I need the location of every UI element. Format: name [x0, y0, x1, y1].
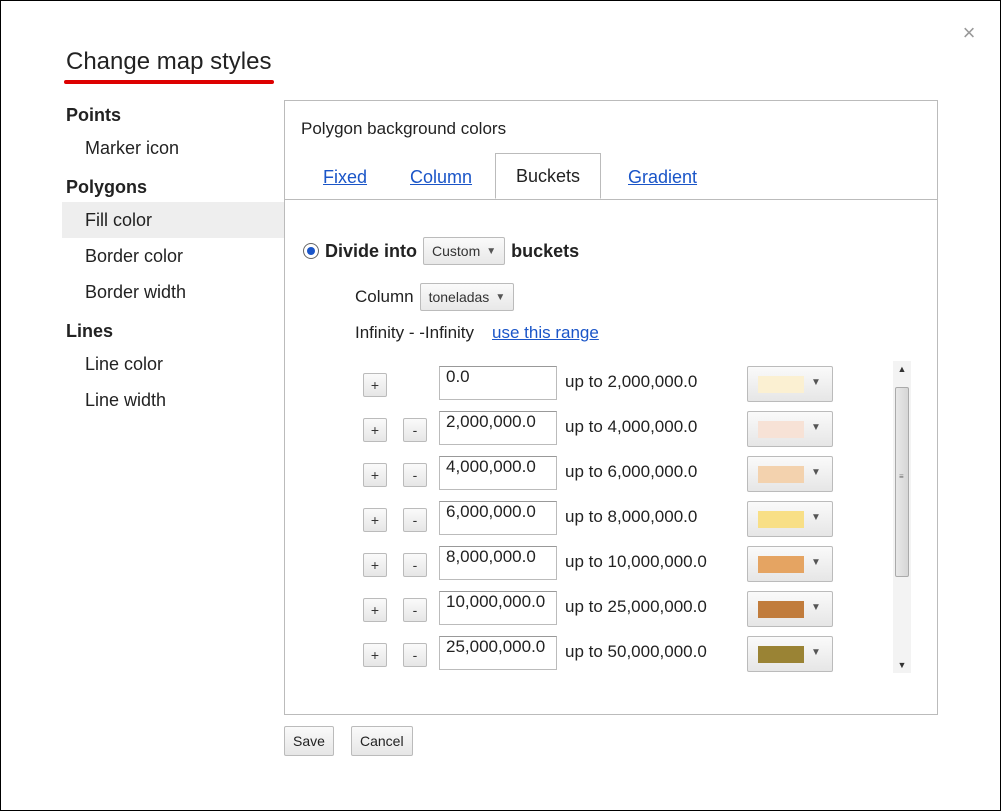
color-swatch [758, 556, 804, 573]
remove-bucket-button[interactable]: - [403, 643, 427, 667]
scroll-up-icon[interactable]: ▲ [893, 361, 911, 377]
remove-bucket-button[interactable]: - [403, 598, 427, 622]
bucket-from-input[interactable]: 4,000,000.0 [439, 456, 557, 490]
add-bucket-button[interactable]: + [363, 373, 387, 397]
radio-dot [307, 247, 315, 255]
add-bucket-button[interactable]: + [363, 598, 387, 622]
sidebar-item-border-color[interactable]: Border color [62, 238, 284, 274]
bucket-upto-label: up to 25,000,000.0 [565, 597, 707, 616]
chevron-down-icon: ▼ [811, 467, 821, 478]
bucket-color-picker[interactable]: ▼ [747, 456, 833, 492]
bucket-row: + -4,000,000.0 up to 6,000,000.0 ▼ [363, 455, 893, 492]
bucket-color-picker[interactable]: ▼ [747, 591, 833, 627]
range-row: Infinity - -Infinity use this range [355, 321, 599, 345]
save-button[interactable]: Save [284, 726, 334, 756]
add-bucket-button[interactable]: + [363, 418, 387, 442]
tab-gradient[interactable]: Gradient [628, 167, 697, 188]
chevron-down-icon: ▼ [811, 377, 821, 388]
bucket-row: + -2,000,000.0 up to 4,000,000.0 ▼ [363, 410, 893, 447]
scroll-down-icon[interactable]: ▼ [893, 657, 911, 673]
sidebar-item-line-width[interactable]: Line width [62, 382, 284, 418]
remove-bucket-button[interactable]: - [403, 553, 427, 577]
title-underline [64, 80, 274, 84]
chevron-down-icon: ▼ [495, 291, 506, 303]
bucket-mode-value: Custom [432, 243, 481, 259]
column-select[interactable]: toneladas ▼ [419, 283, 515, 311]
sidebar-heading-polygons: Polygons [66, 177, 148, 197]
chevron-down-icon: ▼ [811, 557, 821, 568]
panel-subtitle: Polygon background colors [301, 119, 507, 138]
style-panel: Polygon background colors Fixed Column B… [284, 100, 938, 715]
remove-bucket-button[interactable]: - [403, 418, 427, 442]
bucket-from-input[interactable]: 0.0 [439, 366, 557, 400]
column-label: Column [355, 287, 414, 306]
scroll-thumb[interactable]: ≡ [895, 387, 909, 577]
color-swatch [758, 511, 804, 528]
divide-row: Divide into Custom ▼ buckets [303, 237, 579, 265]
sidebar-item-border-width[interactable]: Border width [62, 274, 284, 310]
bucket-from-input[interactable]: 2,000,000.0 [439, 411, 557, 445]
add-bucket-button[interactable]: + [363, 463, 387, 487]
bucket-color-picker[interactable]: ▼ [747, 546, 833, 582]
add-bucket-button[interactable]: + [363, 508, 387, 532]
bucket-row: + -8,000,000.0 up to 10,000,000.0 ▼ [363, 545, 893, 582]
bucket-upto-label: up to 4,000,000.0 [565, 417, 698, 436]
tab-fixed[interactable]: Fixed [323, 167, 367, 188]
tab-bar: Fixed Column Buckets Gradient [285, 153, 937, 200]
chevron-down-icon: ▼ [811, 602, 821, 613]
range-text: Infinity - -Infinity [355, 323, 475, 342]
cancel-button[interactable]: Cancel [351, 726, 413, 756]
bucket-upto-label: up to 8,000,000.0 [565, 507, 698, 526]
divide-radio[interactable] [303, 243, 319, 259]
bucket-from-input[interactable]: 10,000,000.0 [439, 591, 557, 625]
remove-bucket-button[interactable]: - [403, 463, 427, 487]
add-bucket-button[interactable]: + [363, 553, 387, 577]
bucket-row: +0.0 up to 2,000,000.0 ▼ [363, 365, 893, 402]
bucket-upto-label: up to 10,000,000.0 [565, 552, 707, 571]
dialog-title: Change map styles [66, 48, 272, 75]
chevron-down-icon: ▼ [486, 245, 497, 257]
chevron-down-icon: ▼ [811, 422, 821, 433]
color-swatch [758, 421, 804, 438]
bucket-row: + -25,000,000.0 up to 50,000,000.0 ▼ [363, 635, 893, 672]
bucket-row: + -10,000,000.0 up to 25,000,000.0 ▼ [363, 590, 893, 627]
bucket-color-picker[interactable]: ▼ [747, 636, 833, 672]
use-range-link[interactable]: use this range [492, 323, 599, 343]
close-icon[interactable]: × [958, 22, 980, 44]
sidebar: Points Marker icon Polygons Fill color B… [62, 100, 284, 418]
column-row: Column toneladas ▼ [355, 283, 520, 311]
bucket-color-picker[interactable]: ▼ [747, 411, 833, 447]
sidebar-heading-lines: Lines [66, 321, 114, 341]
bucket-upto-label: up to 6,000,000.0 [565, 462, 698, 481]
bucket-color-picker[interactable]: ▼ [747, 501, 833, 537]
chevron-down-icon: ▼ [811, 647, 821, 658]
bucket-mode-select[interactable]: Custom ▼ [423, 237, 506, 265]
sidebar-heading-points: Points [66, 105, 122, 125]
bucket-from-input[interactable]: 25,000,000.0 [439, 636, 557, 670]
divide-label: Divide into [325, 240, 418, 261]
color-swatch [758, 376, 804, 393]
bucket-list: +0.0 up to 2,000,000.0 ▼ + -2,000,000.0 up to… [363, 365, 893, 675]
column-value: toneladas [428, 289, 490, 305]
chevron-down-icon: ▼ [811, 512, 821, 523]
buckets-word: buckets [511, 240, 580, 261]
bucket-upto-label: up to 50,000,000.0 [565, 642, 707, 661]
bucket-row: + -6,000,000.0 up to 8,000,000.0 ▼ [363, 500, 893, 537]
bucket-from-input[interactable]: 8,000,000.0 [439, 546, 557, 580]
grip-icon: ≡ [899, 472, 904, 481]
sidebar-item-fill-color[interactable]: Fill color [62, 202, 284, 238]
bucket-scrollbar[interactable]: ▲ ≡ ▼ [893, 361, 911, 673]
bucket-color-picker[interactable]: ▼ [747, 366, 833, 402]
bucket-from-input[interactable]: 6,000,000.0 [439, 501, 557, 535]
tab-buckets[interactable]: Buckets [495, 153, 602, 199]
color-swatch [758, 601, 804, 618]
color-swatch [758, 466, 804, 483]
bucket-upto-label: up to 2,000,000.0 [565, 372, 698, 391]
color-swatch [758, 646, 804, 663]
sidebar-item-marker-icon[interactable]: Marker icon [62, 130, 284, 166]
sidebar-item-line-color[interactable]: Line color [62, 346, 284, 382]
remove-bucket-button[interactable]: - [403, 508, 427, 532]
add-bucket-button[interactable]: + [363, 643, 387, 667]
tab-column[interactable]: Column [410, 167, 472, 188]
